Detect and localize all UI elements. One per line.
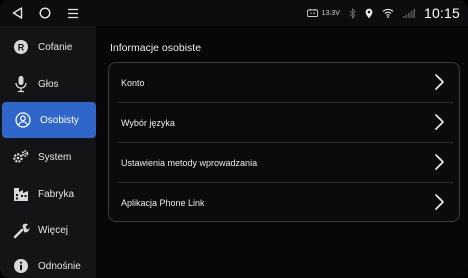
sidebar-item-label: Więcej [38,224,69,236]
status-icons: 13.3V 10:15 [306,0,460,26]
info-icon [10,255,32,277]
user-icon [12,109,34,131]
wifi-icon [382,8,394,18]
screen: 13.3V 10:15 R Cofanie Głos Osobisty Syst… [0,0,468,278]
menu-button[interactable] [62,0,84,26]
sidebar-item-label: System [38,151,72,163]
back-button[interactable] [6,0,28,26]
chevron-right-icon [435,194,444,210]
bluetooth-icon [349,7,356,19]
svg-text:R: R [18,42,25,52]
page-title: Informacje osobiste [110,42,202,54]
sidebar-item-glos[interactable]: Głos [0,66,96,102]
list-item-label: Wybór języka [121,117,175,128]
sidebar-item-osobisty[interactable]: Osobisty [2,102,96,138]
list-item-konto[interactable]: Konto [109,63,459,102]
battery-icon [306,9,318,17]
list-item-label: Ustawienia metody wprowadzania [121,157,258,168]
home-circle-icon [39,7,51,19]
list-item-ustawienia-metody[interactable]: Ustawienia metody wprowadzania [109,143,459,182]
main-content: Informacje osobiste Konto Wybór języka U… [96,26,468,278]
sidebar-item-label: Fabryka [38,188,75,200]
sidebar-item-fabryka[interactable]: Fabryka [0,176,96,212]
sidebar: R Cofanie Głos Osobisty System Fabryka W… [0,26,96,278]
sidebar-item-cofanie[interactable]: R Cofanie [0,29,96,65]
location-pin-icon [365,8,373,19]
wrench-icon [10,219,32,241]
gears-icon [10,146,32,168]
settings-list: Konto Wybór języka Ustawienia metody wpr… [108,62,460,222]
sidebar-item-label: Osobisty [40,114,79,126]
sidebar-item-label: Głos [38,78,59,90]
chevron-right-icon [435,114,444,130]
sidebar-item-wiecej[interactable]: Więcej [0,212,96,248]
battery-indicator: 13.3V [306,9,340,17]
status-bar: 13.3V 10:15 [0,0,468,26]
back-triangle-icon [12,7,22,19]
sidebar-item-system[interactable]: System [0,139,96,175]
microphone-icon [10,73,32,95]
sidebar-item-label: Odnośnie [38,260,81,272]
list-item-label: Konto [121,77,145,88]
list-item-wybor-jezyka[interactable]: Wybór języka [109,103,459,142]
home-button[interactable] [34,0,56,26]
battery-voltage: 13.3V [321,9,340,17]
sidebar-item-odnosnie[interactable]: Odnośnie [0,248,96,278]
reverse-r-icon: R [10,36,32,58]
menu-lines-icon [68,8,78,18]
chevron-right-icon [435,74,444,90]
list-item-label: Aplikacja Phone Link [121,197,205,208]
sidebar-item-label: Cofanie [38,41,73,53]
chevron-right-icon [435,154,444,170]
signal-strength-icon [402,8,415,18]
list-item-phone-link[interactable]: Aplikacja Phone Link [109,183,459,222]
factory-icon [10,183,32,205]
clock: 10:15 [423,5,460,21]
